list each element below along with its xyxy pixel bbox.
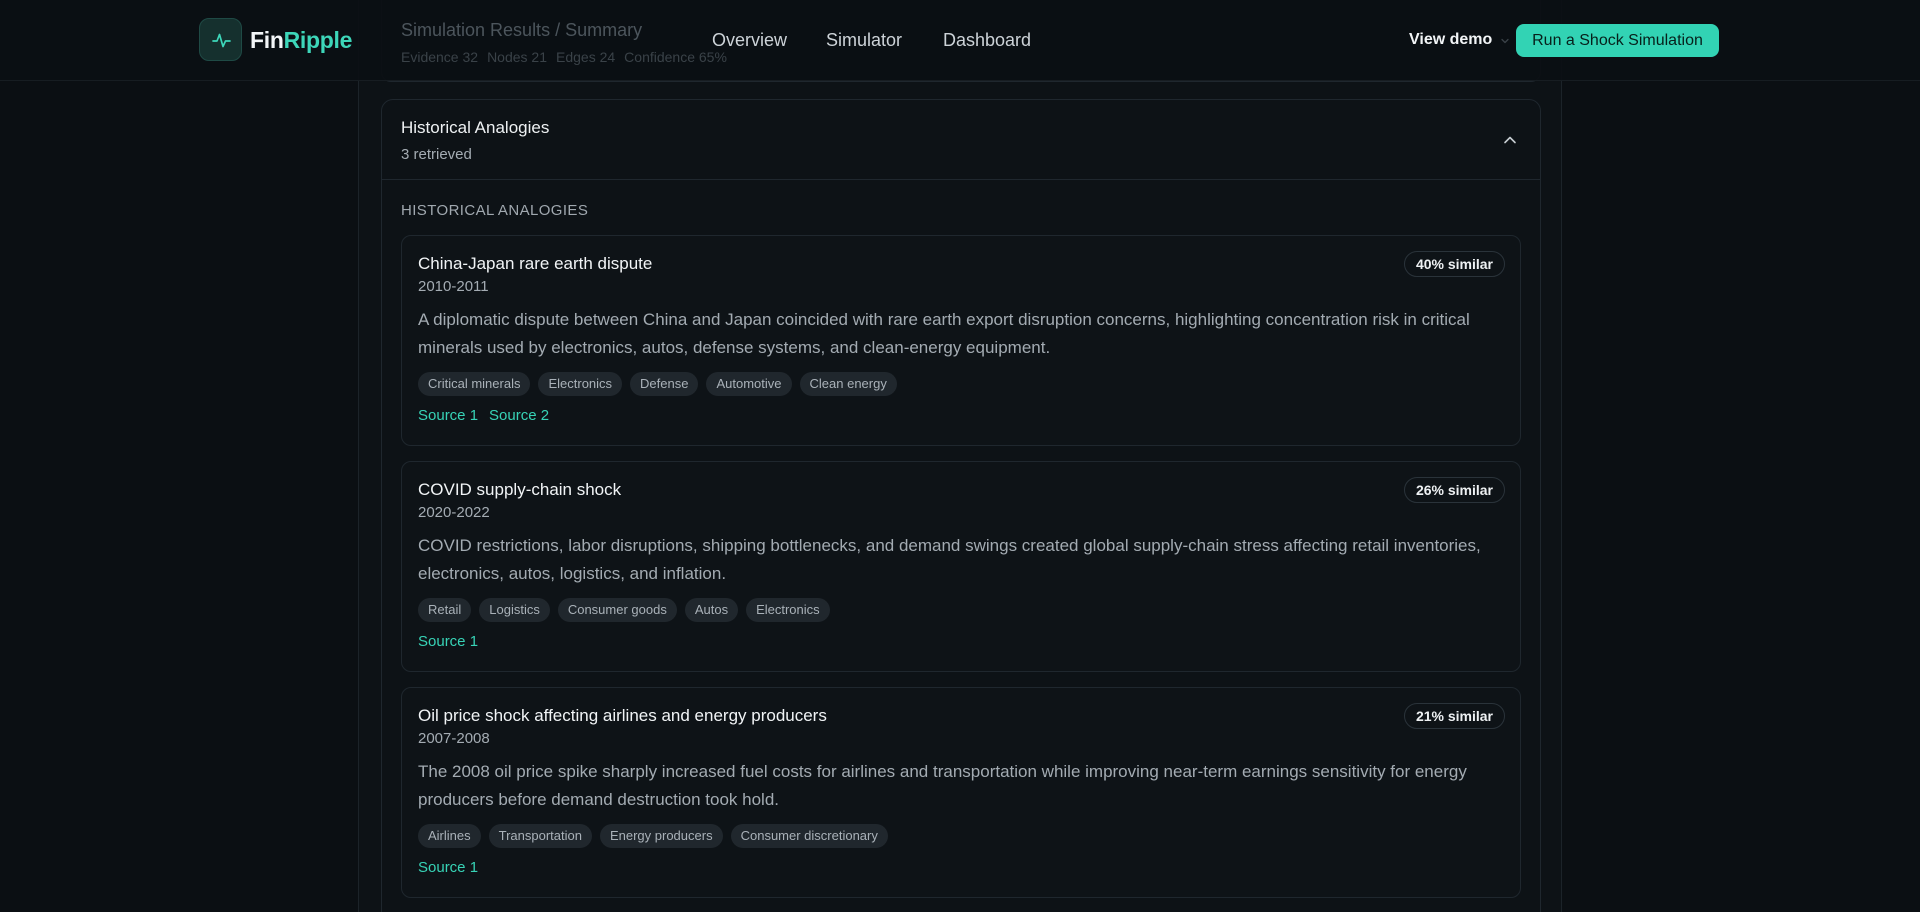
breadcrumb-meta: Evidence 32 Nodes 21 Edges 24 Confidence… (401, 49, 727, 65)
analogy-title: COVID supply-chain shock (418, 480, 622, 499)
tag: Automotive (706, 372, 792, 396)
source-link[interactable]: Source 2 (489, 407, 549, 425)
analogy-years: 2020-2022 (418, 504, 490, 521)
meta-edges: Edges 24 (556, 49, 616, 65)
logo[interactable] (199, 18, 242, 61)
tag: Logistics (479, 598, 550, 622)
nav-overview[interactable]: Overview (712, 30, 787, 51)
similarity-badge: 21% similar (1403, 703, 1505, 729)
analogy-years: 2010-2011 (418, 278, 489, 295)
analogy-description: A diplomatic dispute between China and J… (418, 310, 1470, 357)
source-link[interactable]: Source 1 (418, 407, 478, 425)
top-header: FinRipple Simulation Results / Summary E… (0, 0, 1920, 81)
view-demo-link[interactable]: View demo (1409, 31, 1492, 49)
tag: Consumer discretionary (730, 824, 888, 848)
source-link[interactable]: Source 1 (418, 859, 478, 877)
activity-pulse-icon (212, 33, 231, 48)
main-column: Historical Analogies 3 retrieved HISTORI… (358, 0, 1562, 912)
panel-title: Historical Analogies (401, 118, 550, 137)
panel-subtitle: 3 retrieved (401, 146, 472, 163)
analogy-description: The 2008 oil price spike sharply increas… (418, 762, 1467, 809)
analogy-card: COVID supply-chain shock 2020-2022 26% s… (401, 461, 1521, 672)
tag: Critical minerals (418, 372, 531, 396)
brand-name[interactable]: FinRipple (250, 27, 352, 54)
tag-list: Critical minerals Electronics Defense Au… (418, 372, 1504, 396)
analogy-years: 2007-2008 (418, 730, 490, 747)
brand-part-fin: Fin (250, 27, 284, 53)
analogy-title: Oil price shock affecting airlines and e… (418, 706, 827, 725)
analogy-card-list: China-Japan rare earth dispute 2010-2011… (401, 235, 1521, 912)
source-links: Source 1 Source 2 (418, 407, 1504, 425)
source-links: Source 1 (418, 633, 1504, 651)
meta-nodes: Nodes 21 (487, 49, 547, 65)
tag-list: Airlines Transportation Energy producers… (418, 824, 1504, 848)
similarity-badge: 40% similar (1403, 251, 1505, 277)
source-link[interactable]: Source 1 (418, 633, 478, 651)
tag: Airlines (418, 824, 481, 848)
tag: Energy producers (599, 824, 723, 848)
meta-evidence: Evidence 32 (401, 49, 479, 65)
tag: Autos (684, 598, 739, 622)
chevron-up-icon[interactable] (1502, 132, 1518, 148)
chevron-down-icon (1501, 38, 1509, 44)
breadcrumb: Simulation Results / Summary (401, 20, 643, 40)
tag: Electronics (538, 372, 623, 396)
tag: Defense (630, 372, 699, 396)
analogy-description: COVID restrictions, labor disruptions, s… (418, 536, 1481, 583)
panel-header[interactable]: Historical Analogies 3 retrieved (382, 100, 1540, 180)
historical-analogies-panel: Historical Analogies 3 retrieved HISTORI… (381, 99, 1541, 912)
tag: Consumer goods (557, 598, 677, 622)
nav-dashboard[interactable]: Dashboard (943, 30, 1031, 51)
meta-confidence: Confidence 65% (624, 49, 727, 65)
tag: Transportation (488, 824, 592, 848)
similarity-badge: 26% similar (1403, 477, 1505, 503)
nav-simulator[interactable]: Simulator (826, 30, 902, 51)
brand-part-ripple: Ripple (283, 27, 353, 53)
section-label: HISTORICAL ANALOGIES (401, 202, 589, 219)
analogy-title: China-Japan rare earth dispute (418, 254, 653, 273)
tag: Electronics (746, 598, 830, 622)
tag: Clean energy (799, 372, 897, 396)
source-links: Source 1 (418, 859, 1504, 877)
analogy-card: China-Japan rare earth dispute 2010-2011… (401, 235, 1521, 446)
run-shock-simulation-button[interactable]: Run a Shock Simulation (1516, 24, 1719, 57)
tag-list: Retail Logistics Consumer goods Autos El… (418, 598, 1504, 622)
tag: Retail (418, 598, 472, 622)
analogy-card: Oil price shock affecting airlines and e… (401, 687, 1521, 898)
